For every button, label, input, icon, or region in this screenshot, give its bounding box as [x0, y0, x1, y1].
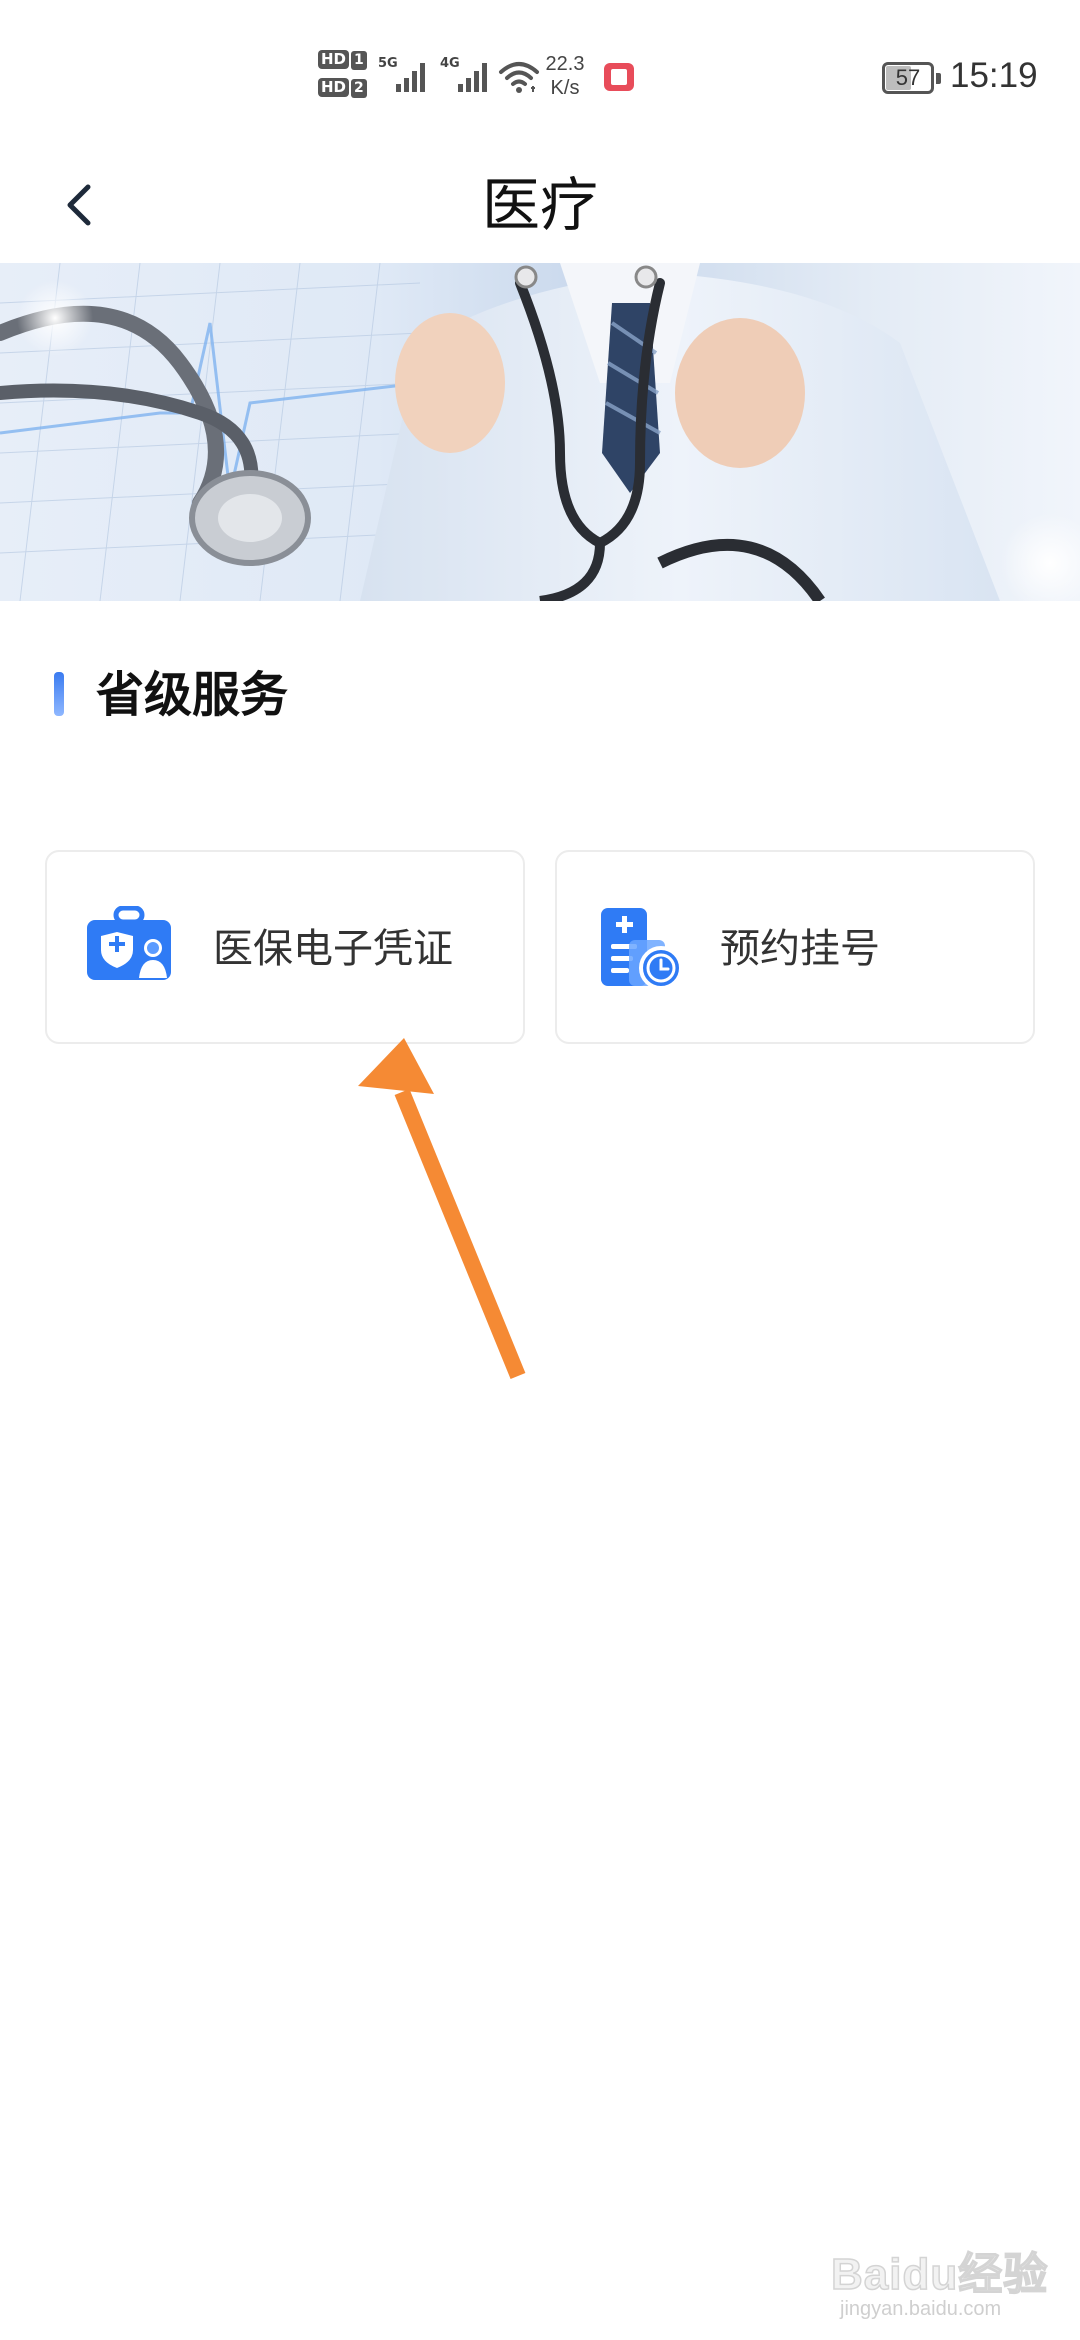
network-speed-value: 22.3: [545, 53, 585, 75]
status-bar: HD 1 HD 2 5G 4G 22.3 K/s 57 15:19: [0, 0, 1080, 150]
service-card-appointment[interactable]: 预约挂号: [555, 850, 1035, 1044]
signal-icon: 5G: [378, 56, 434, 98]
medical-insurance-card-icon: [85, 905, 175, 986]
network-speed-unit: K/s: [550, 77, 580, 99]
battery-icon: 57: [882, 62, 941, 94]
book-app-icon: [604, 63, 634, 91]
wifi-icon: [498, 60, 540, 98]
network-type-label: 4G: [440, 56, 460, 71]
section-title: 省级服务: [96, 667, 289, 723]
back-button[interactable]: [44, 170, 114, 240]
service-card-medical-insurance[interactable]: 医保电子凭证: [45, 850, 525, 1044]
sim-indicators: HD 1 HD 2: [318, 50, 370, 102]
service-card-label: 医保电子凭证: [213, 926, 453, 972]
section-accent-bar: [54, 672, 64, 716]
sim2-label: HD: [318, 78, 350, 97]
battery-level: 57: [895, 65, 921, 90]
chevron-left-icon: [67, 184, 91, 226]
appointment-clock-icon: [599, 906, 685, 994]
watermark-text: Baidu经验: [830, 2249, 1049, 2300]
sim1-index: 1: [351, 51, 367, 70]
signal-icon: 4G: [440, 56, 496, 98]
arrow-annotation-icon: [358, 1038, 526, 1380]
sim1-label: HD: [318, 50, 350, 69]
network-type-label: 5G: [378, 56, 398, 71]
watermark-url: jingyan.baidu.com: [840, 2298, 1002, 2320]
sim2-index: 2: [351, 79, 367, 98]
baidu-watermark: Baidu经验 jingyan.baidu.com: [826, 2230, 1066, 2320]
clock: 15:19: [950, 56, 1038, 95]
doctor-stethoscope-image: [0, 263, 1080, 601]
network-speed: 22.3 K/s: [540, 52, 590, 100]
app-header: 医疗: [0, 150, 1080, 260]
medical-banner: [0, 263, 1080, 601]
service-card-label: 预约挂号: [720, 926, 880, 972]
sim2-indicator: HD 2: [318, 78, 370, 98]
page-title: 医疗: [481, 171, 598, 239]
sim1-indicator: HD 1: [318, 50, 370, 70]
